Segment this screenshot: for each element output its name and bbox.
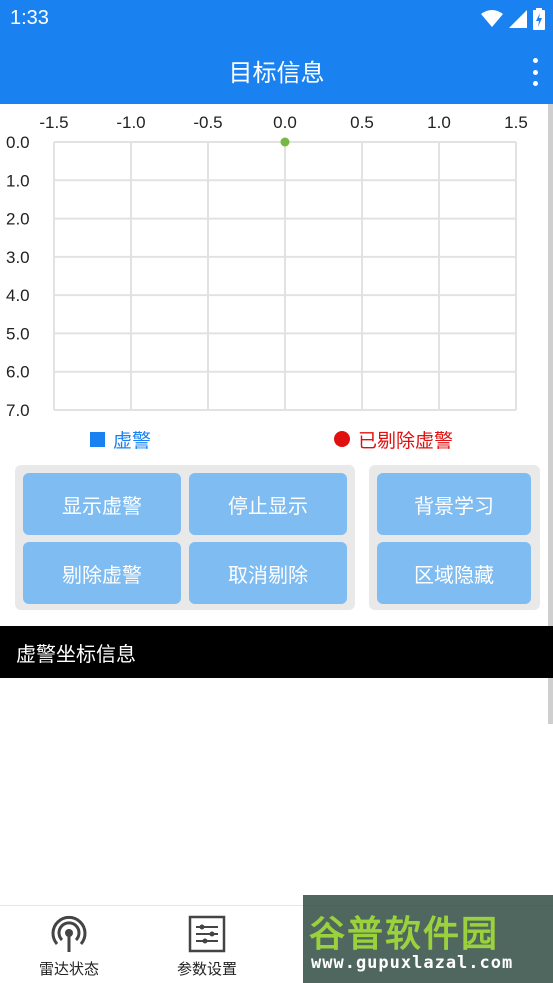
- watermark-url: www.gupuxlazal.com: [311, 953, 514, 973]
- nav-label: 参数设置: [176, 960, 237, 978]
- section-title: 虚警坐标信息: [16, 641, 136, 666]
- stop-display-button[interactable]: 停止显示: [189, 473, 347, 535]
- remove-false-alarm-button[interactable]: 剔除虚警: [23, 542, 181, 604]
- y-tick-label: 3.0: [6, 248, 30, 267]
- control-panel-right: 背景学习 区域隐藏: [369, 465, 540, 610]
- x-tick-label: 1.5: [504, 113, 528, 132]
- watermark-logo-text: 谷普软件园: [309, 914, 500, 955]
- more-dot: [532, 81, 538, 86]
- status-bar: 1:33: [0, 0, 553, 38]
- y-tick-label: 2.0: [6, 210, 30, 229]
- nav-item-radar-status[interactable]: 雷达状态: [24, 914, 114, 979]
- y-tick-label: 6.0: [6, 363, 30, 382]
- legend-square-marker: [90, 431, 105, 447]
- chart-svg: -1.5 -1.0 -0.5 0.0 0.5 1.0 1.5 0.0 1.0 2.0 3.0 4.0 5…: [6, 113, 528, 420]
- cancel-removal-button[interactable]: 取消剔除: [189, 542, 347, 604]
- legend-removed-false-alarm: 已剔除虚警: [334, 425, 453, 453]
- page-title: 目标信息: [228, 59, 325, 87]
- y-tick-label: 5.0: [6, 324, 30, 343]
- x-tick-label: 1.0: [427, 113, 451, 132]
- y-tick-label: 7.0: [6, 401, 30, 420]
- app-bar: 目标信息: [0, 38, 553, 104]
- x-tick-label: 0.0: [273, 113, 297, 132]
- wifi-icon: [481, 10, 503, 27]
- sliders-icon: [188, 915, 226, 953]
- nav-label: 雷达状态: [38, 960, 99, 978]
- x-tick-label: 0.5: [350, 113, 374, 132]
- background-learning-button[interactable]: 背景学习: [377, 473, 531, 535]
- false-alarm-coordinates-header: 虚警坐标信息: [0, 626, 553, 678]
- status-icons: [481, 8, 545, 30]
- more-dot: [532, 69, 538, 75]
- legend-label: 虚警: [113, 429, 152, 452]
- status-time: 1:33: [10, 7, 49, 29]
- legend-label: 已剔除虚警: [358, 429, 454, 452]
- legend-false-alarm: 虚警: [90, 425, 151, 453]
- y-tick-label: 0.0: [6, 133, 30, 152]
- more-dot: [532, 58, 538, 63]
- x-tick-label: -0.5: [193, 113, 222, 132]
- control-panel-left: 显示虚警 停止显示 剔除虚警 取消剔除: [15, 465, 355, 610]
- nav-item-parameter-settings[interactable]: 参数设置: [162, 914, 252, 979]
- watermark: 谷普软件园 www.gupuxlazal.com: [303, 895, 553, 983]
- more-options-icon[interactable]: [531, 58, 539, 86]
- signal-icon: [509, 10, 527, 28]
- x-tick-label: -1.0: [116, 113, 145, 132]
- radar-icon: [51, 915, 87, 952]
- y-tick-label: 1.0: [6, 171, 30, 190]
- legend-dot-marker: [334, 431, 350, 447]
- data-point: [280, 137, 290, 147]
- battery-icon: [533, 8, 545, 30]
- area-hide-button[interactable]: 区域隐藏: [377, 542, 531, 604]
- false-alarm-coordinates-list: [0, 678, 548, 904]
- y-tick-label: 4.0: [6, 286, 30, 305]
- target-chart: -1.5 -1.0 -0.5 0.0 0.5 1.0 1.5 0.0 1.0 2.0 3.0 4.0 5…: [0, 104, 548, 454]
- x-tick-label: -1.5: [39, 113, 68, 132]
- show-false-alarm-button[interactable]: 显示虚警: [23, 473, 181, 535]
